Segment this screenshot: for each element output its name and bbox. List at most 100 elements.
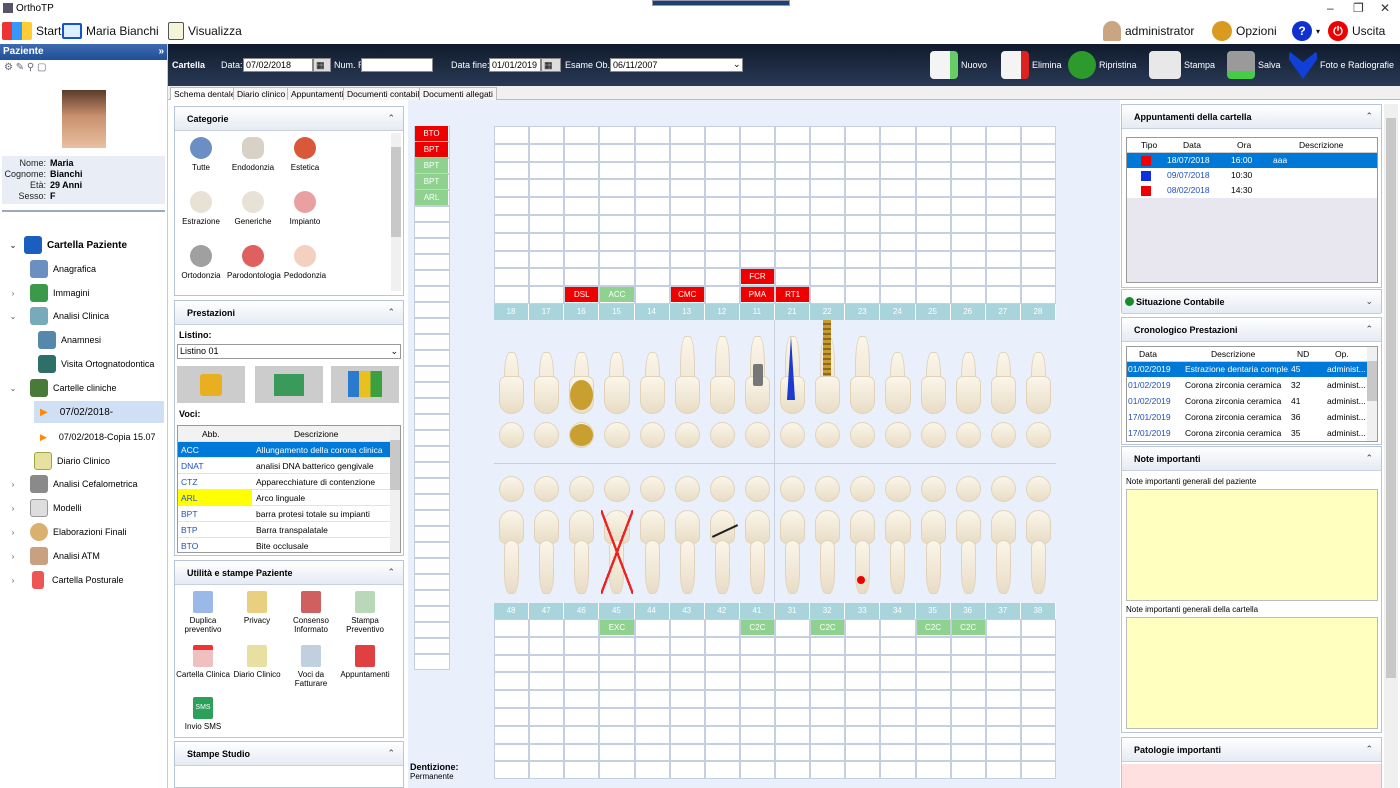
tooth-crown[interactable] xyxy=(674,510,700,544)
grid-cell[interactable] xyxy=(950,161,986,180)
grid-cell[interactable] xyxy=(634,743,670,762)
grid-cell[interactable] xyxy=(564,619,600,637)
table-row[interactable]: ACC Allungamento della corona clinica xyxy=(178,442,400,458)
grid-cell[interactable] xyxy=(669,179,705,198)
grid-cell[interactable] xyxy=(564,761,600,780)
table-row[interactable]: 17/01/2019 Corona zirconia ceramica 36 admi… xyxy=(1127,410,1367,425)
grid-cell[interactable] xyxy=(985,708,1021,726)
tooth-root[interactable] xyxy=(749,540,765,594)
grid-cell[interactable] xyxy=(739,672,775,691)
grid-cell[interactable] xyxy=(880,179,916,198)
tooth-number[interactable]: 28 xyxy=(1020,304,1056,320)
grid-cell[interactable] xyxy=(529,708,565,726)
tooth-occlusal[interactable] xyxy=(674,476,700,502)
grid-cell[interactable] xyxy=(414,494,450,510)
grid-cell[interactable] xyxy=(414,654,450,670)
grid-cell[interactable] xyxy=(880,654,916,673)
grid-cell[interactable] xyxy=(950,250,986,269)
grid-cell[interactable] xyxy=(950,268,986,287)
grid-cell[interactable] xyxy=(775,179,811,198)
collapse-icon[interactable]: ⌃ xyxy=(1365,744,1373,755)
tab-diario-clinico[interactable]: Diario clinico xyxy=(233,87,290,100)
cat-tutte[interactable]: Tutte xyxy=(175,137,227,172)
grid-cell[interactable] xyxy=(494,250,530,269)
patologie-header[interactable]: Patologie importanti ⌃ xyxy=(1122,738,1381,762)
tooth-number[interactable]: 22 xyxy=(810,304,846,320)
stampe-header[interactable]: Stampe Studio ⌃ xyxy=(175,742,403,766)
tooth-number[interactable]: 42 xyxy=(704,603,740,619)
tooth-root[interactable] xyxy=(539,540,555,594)
grid-cell[interactable] xyxy=(985,672,1021,691)
grid-cell[interactable] xyxy=(915,743,951,762)
tooth-root[interactable] xyxy=(855,540,871,594)
tooth-crown[interactable] xyxy=(815,376,841,414)
tooth-occlusal[interactable] xyxy=(955,476,981,502)
grid-cell[interactable] xyxy=(564,161,600,180)
grid-cell[interactable] xyxy=(599,197,635,215)
upper-tag-dsl[interactable]: DSL xyxy=(565,287,599,303)
grid-cell[interactable] xyxy=(775,690,811,708)
grid-cell[interactable] xyxy=(1020,161,1056,180)
grid-cell[interactable] xyxy=(845,250,881,269)
user-button[interactable]: administrator xyxy=(1103,21,1194,41)
grid-cell[interactable] xyxy=(775,743,811,762)
grid-cell[interactable] xyxy=(669,143,705,162)
cat-pedodonzia[interactable]: Pedodonzia xyxy=(279,245,331,280)
grid-cell[interactable] xyxy=(985,179,1021,198)
grid-cell[interactable] xyxy=(599,126,635,144)
grid-cell[interactable] xyxy=(985,654,1021,673)
grid-cell[interactable] xyxy=(414,574,450,590)
grid-cell[interactable] xyxy=(739,761,775,780)
upper-tag-pma[interactable]: PMA xyxy=(740,287,774,303)
grid-cell[interactable] xyxy=(704,725,740,744)
voci-fatturare-button[interactable]: Voci da Fatturare xyxy=(281,645,341,688)
grid-cell[interactable] xyxy=(529,250,565,269)
tooth-number[interactable]: 31 xyxy=(775,603,811,619)
calendar-icon[interactable]: ▦ xyxy=(313,58,331,72)
scroll-thumb[interactable] xyxy=(390,440,400,490)
tooth-occlusal[interactable] xyxy=(709,422,735,448)
tooth-occlusal[interactable] xyxy=(499,476,525,502)
grid-cell[interactable] xyxy=(739,161,775,180)
cronologico-scrollbar[interactable] xyxy=(1367,347,1377,441)
grid-cell[interactable] xyxy=(985,232,1021,251)
grid-cell[interactable] xyxy=(1020,232,1056,251)
utilita-header[interactable]: Utilità e stampe Paziente ⌃ xyxy=(175,561,403,585)
grid-cell[interactable] xyxy=(634,725,670,744)
grid-cell[interactable] xyxy=(669,197,705,215)
grid-cell[interactable] xyxy=(599,143,635,162)
cat-impianto[interactable]: Impianto xyxy=(279,191,331,226)
tooth-number[interactable]: 33 xyxy=(845,603,881,619)
grid-cell[interactable] xyxy=(880,250,916,269)
tree-immagini[interactable]: › Immagini xyxy=(8,282,90,304)
grid-cell[interactable] xyxy=(529,654,565,673)
grid-cell[interactable] xyxy=(414,414,450,430)
grid-cell[interactable] xyxy=(704,286,740,304)
grid-cell[interactable] xyxy=(739,636,775,655)
upper-tag-rt1[interactable]: RT1 xyxy=(776,287,810,303)
tooth-number[interactable]: 11 xyxy=(739,304,775,320)
tab-schema-dentale[interactable]: Schema dentale xyxy=(170,87,240,100)
tree-cartella-posturale[interactable]: › Cartella Posturale xyxy=(8,569,124,591)
grid-cell[interactable] xyxy=(775,708,811,726)
start-button[interactable]: Start xyxy=(2,21,61,41)
grid-cell[interactable] xyxy=(634,179,670,198)
grid-cell[interactable] xyxy=(494,179,530,198)
grid-cell[interactable] xyxy=(704,197,740,215)
tooth-number[interactable]: 21 xyxy=(775,304,811,320)
grid-cell[interactable] xyxy=(845,126,881,144)
tree-cartella-paziente[interactable]: ⌄ Cartella Paziente xyxy=(8,234,127,256)
grid-cell[interactable] xyxy=(810,636,846,655)
grid-cell[interactable] xyxy=(494,761,530,780)
grid-cell[interactable] xyxy=(634,250,670,269)
binders-button[interactable] xyxy=(331,366,399,403)
grid-cell[interactable] xyxy=(669,161,705,180)
grid-cell[interactable] xyxy=(880,126,916,144)
grid-cell[interactable] xyxy=(494,708,530,726)
tooth-crown[interactable] xyxy=(709,376,735,414)
grid-cell[interactable] xyxy=(845,654,881,673)
grid-cell[interactable] xyxy=(529,179,565,198)
grid-cell[interactable] xyxy=(494,654,530,673)
lower-tag-c2c[interactable]: C2C xyxy=(951,620,985,635)
grid-cell[interactable] xyxy=(845,161,881,180)
